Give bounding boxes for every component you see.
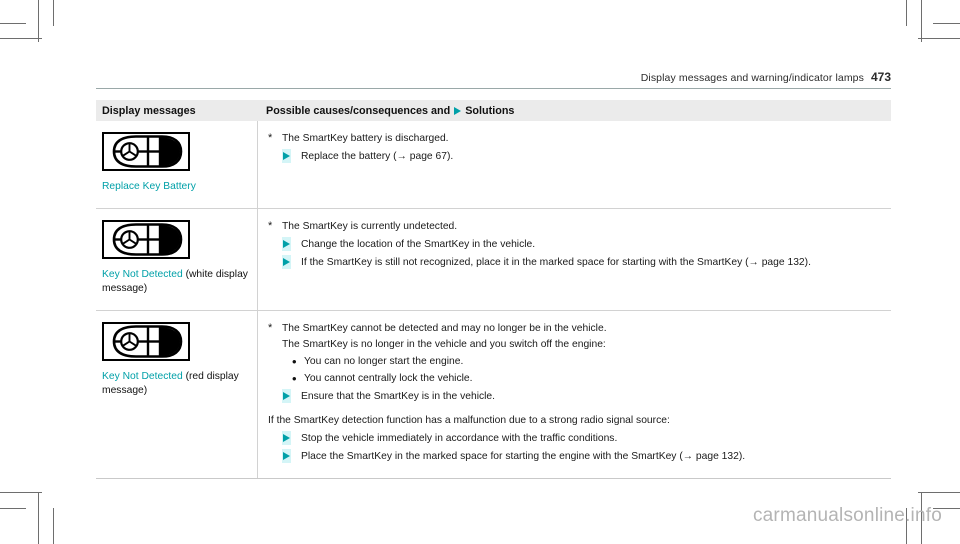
table-row: Key Not Detected (red display message) * T… xyxy=(96,310,891,478)
solution-item: Replace the battery (→ page 67). xyxy=(282,149,881,164)
causes-solutions-cell: * The SmartKey cannot be detected and may… xyxy=(258,311,891,478)
site-watermark: carmanualsonline.info xyxy=(752,505,942,526)
consequence-bullet-text: You can no longer start the engine. xyxy=(304,356,464,367)
solution-triangle-icon xyxy=(283,152,290,160)
display-message-cell: Replace Key Battery xyxy=(96,121,258,208)
solution-triangle-icon xyxy=(283,434,290,442)
solution-text: Replace the battery (→ page 67). xyxy=(301,151,454,162)
page-number: 473 xyxy=(870,70,891,84)
display-message-label: Key Not Detected (red display message) xyxy=(102,370,249,398)
solution-text: Stop the vehicle immediately in accordan… xyxy=(301,433,618,444)
solution-triangle-icon xyxy=(454,106,462,115)
solution-marker xyxy=(282,237,301,252)
table-row: Replace Key Battery * The SmartKey battery… xyxy=(96,121,891,208)
cause-item: * The SmartKey cannot be detected and may… xyxy=(268,321,881,336)
running-header: Display messages and warning/indicator l… xyxy=(96,70,891,84)
cause-marker-icon: * xyxy=(268,322,273,334)
column-header-causes-text: Possible causes/consequences and xyxy=(266,104,451,117)
bullet-dot-icon: • xyxy=(292,354,297,369)
smartkey-fob-icon xyxy=(102,322,190,361)
smartkey-fob-icon xyxy=(102,132,190,171)
cause-text: The SmartKey cannot be detected and may … xyxy=(282,323,607,334)
column-header-solutions-text: Solutions xyxy=(465,104,515,117)
solution-triangle-icon xyxy=(283,452,290,460)
solution-item: If the SmartKey is still not recognized,… xyxy=(282,255,881,270)
solution-item: Ensure that the SmartKey is in the vehic… xyxy=(282,389,881,404)
column-header-causes-solutions: Possible causes/consequences and Solutio… xyxy=(258,105,891,117)
solution-triangle-icon xyxy=(283,258,290,266)
display-message-label: Key Not Detected (white display message) xyxy=(102,268,249,296)
solution-text: Place the SmartKey in the marked space f… xyxy=(301,451,746,462)
cause-text: The SmartKey battery is discharged. xyxy=(282,133,449,144)
table-body: Replace Key Battery * The SmartKey battery… xyxy=(96,121,891,478)
consequence-bullet-item: • You can no longer start the engine. xyxy=(292,354,881,369)
display-messages-table: Display messages Possible causes/consequ… xyxy=(96,100,891,479)
cause-marker-icon: * xyxy=(268,220,273,232)
cause-marker-icon: * xyxy=(268,132,273,144)
display-message-name: Key Not Detected xyxy=(102,269,183,280)
table-header-row: Display messages Possible causes/consequ… xyxy=(96,100,891,121)
display-message-cell: Key Not Detected (red display message) xyxy=(96,311,258,478)
cause-text: The SmartKey is currently undetected. xyxy=(282,221,458,232)
consequence-bullet-item: • You cannot centrally lock the vehicle. xyxy=(292,371,881,386)
consequence-bullet-text: You cannot centrally lock the vehicle. xyxy=(304,373,473,384)
consequence-text: The SmartKey is no longer in the vehicle… xyxy=(282,339,606,350)
causes-solutions-cell: * The SmartKey battery is discharged. Repl… xyxy=(258,121,891,208)
solution-item: Stop the vehicle immediately in accordan… xyxy=(282,431,881,446)
condition-text: If the SmartKey detection function has a… xyxy=(268,415,670,426)
display-message-name: Replace Key Battery xyxy=(102,181,196,192)
solution-marker xyxy=(282,255,301,270)
smartkey-fob-icon xyxy=(102,220,190,259)
column-header-display-messages: Display messages xyxy=(102,104,196,117)
running-header-title: Display messages and warning/indicator l… xyxy=(640,72,864,84)
bullet-dot-icon: • xyxy=(292,371,297,386)
solution-marker xyxy=(282,389,301,404)
display-message-name: Key Not Detected xyxy=(102,371,183,382)
solution-text: Ensure that the SmartKey is in the vehic… xyxy=(301,391,496,402)
solution-triangle-icon xyxy=(283,392,290,400)
solution-marker xyxy=(282,149,301,164)
cause-item: * The SmartKey is currently undetected. xyxy=(268,219,881,234)
solution-marker xyxy=(282,449,301,464)
table-row: Key Not Detected (white display message)… xyxy=(96,208,891,310)
solution-text: Change the location of the SmartKey in t… xyxy=(301,239,536,250)
solution-text: If the SmartKey is still not recognized,… xyxy=(301,257,811,268)
display-message-label: Replace Key Battery xyxy=(102,180,249,194)
solution-triangle-icon xyxy=(283,240,290,248)
causes-solutions-cell: * The SmartKey is currently undetected. Ch… xyxy=(258,209,891,310)
solution-item: Change the location of the SmartKey in t… xyxy=(282,237,881,252)
solution-marker xyxy=(282,431,301,446)
cause-item: * The SmartKey battery is discharged. xyxy=(268,131,881,146)
display-message-cell: Key Not Detected (white display message) xyxy=(96,209,258,310)
solution-item: Place the SmartKey in the marked space f… xyxy=(282,449,881,464)
header-rule xyxy=(96,88,891,89)
